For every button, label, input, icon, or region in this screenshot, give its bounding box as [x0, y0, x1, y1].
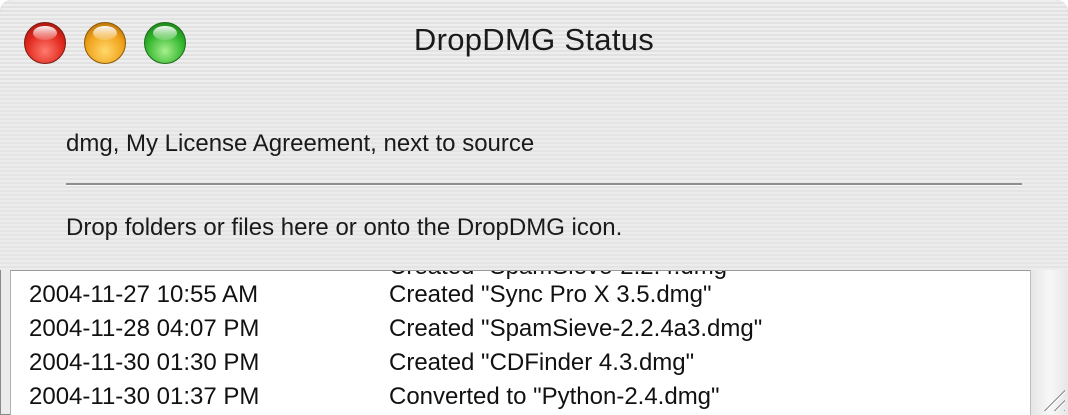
log-message: Created "SpamSieve-2.2.4a3.dmg": [389, 315, 763, 342]
resize-grip-icon[interactable]: [1041, 387, 1065, 411]
log-message: Converted to "Python-2.4.dmg": [389, 383, 720, 410]
log-message: Created "Sync Pro X 3.5.dmg": [389, 281, 712, 308]
drop-instructions-text: Drop folders or files here or onto the D…: [66, 214, 623, 241]
log-date: 2004-11-28 04:07 PM: [29, 315, 260, 342]
vertical-scrollbar[interactable]: [1030, 270, 1068, 415]
divider: [66, 183, 1022, 186]
title-bar[interactable]: DropDMG Status: [0, 0, 1068, 84]
log-list[interactable]: Created "SpamSieve-2.2.4.dmg" 2004-11-27…: [10, 270, 1031, 415]
log-date: 2004-11-30 01:37 PM: [29, 383, 260, 410]
log-date: 2004-11-27 10:55 AM: [29, 281, 259, 308]
dropdmg-status-window: DropDMG Status dmg, My License Agreement…: [0, 0, 1068, 415]
window-title: DropDMG Status: [413, 22, 655, 57]
configuration-text: dmg, My License Agreement, next to sourc…: [66, 130, 535, 157]
status-panel: dmg, My License Agreement, next to sourc…: [0, 84, 1068, 270]
log-message: Created "SpamSieve-2.2.4.dmg": [389, 271, 736, 281]
log-message: Created "CDFinder 4.3.dmg": [389, 349, 695, 376]
log-date: 2004-11-30 01:30 PM: [29, 349, 260, 376]
